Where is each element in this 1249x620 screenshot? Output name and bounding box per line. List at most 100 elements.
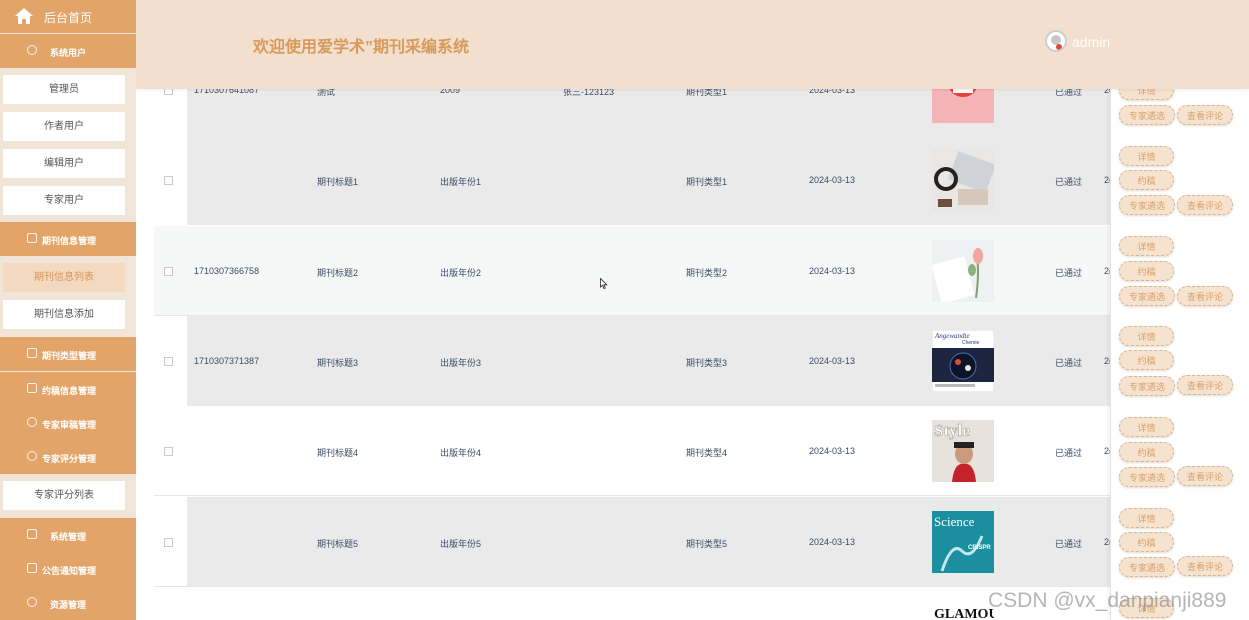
edit-icon bbox=[27, 233, 37, 243]
cell-status: 已通过 bbox=[1055, 448, 1083, 458]
expert-select-button[interactable]: 专家遴选 bbox=[1119, 557, 1175, 577]
cell-year: 出版年份3 bbox=[440, 358, 482, 368]
sidebar-item-score-list[interactable]: 专家评分列表 bbox=[3, 481, 125, 510]
chat-icon bbox=[27, 45, 37, 55]
row-checkbox[interactable] bbox=[164, 267, 173, 276]
invite-button[interactable]: 约稿 bbox=[1119, 261, 1174, 281]
table-row[interactable]: 1710307371387 期刊标题3 出版年份3 期刊类型3 2024-03-… bbox=[154, 316, 1234, 406]
content-area: 1710307641087 测试 2009 张三-123123 期刊类型1 20… bbox=[136, 0, 1249, 620]
table-row[interactable]: 期刊标题4 出版年份4 期刊类型4 2024-03-13 Style 已通过 2… bbox=[154, 406, 1234, 496]
cell-title: 期刊标题4 bbox=[317, 448, 359, 458]
cell-date: 2024-03-13 bbox=[809, 537, 856, 547]
view-comments-button[interactable]: 查看评论 bbox=[1177, 375, 1233, 395]
cover-subtitle-chemie: Chemie bbox=[962, 340, 979, 346]
cell-year: 出版年份4 bbox=[440, 448, 482, 458]
cell-status: 已通过 bbox=[1055, 358, 1083, 368]
sidebar-item-editor[interactable]: 编辑用户 bbox=[3, 149, 125, 178]
invite-button[interactable]: 约稿 bbox=[1119, 442, 1174, 462]
view-comments-button[interactable]: 查看评论 bbox=[1177, 195, 1233, 215]
view-comments-button[interactable]: 查看评论 bbox=[1177, 556, 1233, 576]
invite-button[interactable]: 约稿 bbox=[1119, 170, 1174, 190]
sidebar-group-journal-info[interactable]: 期刊信息管理 bbox=[0, 222, 136, 256]
table-row[interactable]: 期刊标题5 出版年份5 期刊类型5 2024-03-13 Science CRI… bbox=[154, 497, 1234, 587]
view-comments-button[interactable]: 查看评论 bbox=[1177, 105, 1233, 125]
view-comments-button[interactable]: 查看评论 bbox=[1177, 466, 1233, 486]
watermark: CSDN @vx_danpianji889 bbox=[988, 589, 1227, 612]
cover-image: Style bbox=[932, 420, 994, 482]
invite-button[interactable]: 约稿 bbox=[1119, 532, 1174, 552]
sidebar-group-expert-review[interactable]: 专家审稿管理 bbox=[0, 406, 136, 440]
sidebar-group-system-users[interactable]: 系统用户 bbox=[0, 34, 136, 68]
sidebar-group-notice[interactable]: 公告通知管理 bbox=[0, 552, 136, 586]
row-checkbox[interactable] bbox=[164, 176, 173, 185]
detail-button[interactable]: 详情 bbox=[1119, 417, 1174, 437]
cover-subtitle-crispr: CRISPR bbox=[968, 545, 991, 551]
cover-image: GLAMOUR bbox=[932, 602, 994, 620]
sidebar-group-expert-score[interactable]: 专家评分管理 bbox=[0, 440, 136, 474]
row-checkbox[interactable] bbox=[164, 357, 173, 366]
cell-title: 期刊标题5 bbox=[317, 539, 359, 549]
cell-year: 出版年份1 bbox=[440, 177, 482, 187]
cell-date: 2024-03-13 bbox=[809, 446, 856, 456]
invite-button[interactable]: 约稿 bbox=[1119, 350, 1174, 370]
cover-title-angewandte: Angewandte bbox=[934, 332, 970, 340]
cover-title-glamour: GLAMOUR bbox=[934, 607, 994, 620]
cell-title: 期刊标题1 bbox=[317, 177, 359, 187]
cell-type: 期刊类型4 bbox=[686, 448, 728, 458]
table-row[interactable]: 1710307366758 期刊标题2 出版年份2 期刊类型2 2024-03-… bbox=[154, 226, 1234, 316]
chat-icon bbox=[27, 417, 37, 427]
sidebar-home[interactable]: 后台首页 bbox=[0, 0, 136, 33]
cell-type: 期刊类型1 bbox=[686, 177, 728, 187]
page-title: 欢迎使用爱学术”期刊采编系统 bbox=[253, 39, 470, 56]
edit-icon bbox=[27, 348, 37, 358]
edit-icon bbox=[27, 563, 37, 573]
cell-status: 已通过 bbox=[1055, 539, 1083, 549]
sidebar-home-label: 后台首页 bbox=[44, 11, 93, 25]
view-comments-button[interactable]: 查看评论 bbox=[1177, 286, 1233, 306]
expert-select-button[interactable]: 专家遴选 bbox=[1119, 105, 1175, 125]
cell-type: 期刊类型5 bbox=[686, 539, 728, 549]
mouse-cursor-icon bbox=[600, 278, 608, 289]
edit-icon bbox=[27, 383, 37, 393]
detail-button[interactable]: 详情 bbox=[1119, 508, 1174, 528]
row-checkbox[interactable] bbox=[164, 538, 173, 547]
username[interactable]: admin bbox=[1072, 34, 1110, 50]
cell-title: 期刊标题2 bbox=[317, 268, 359, 278]
sidebar-group-system[interactable]: 系统管理 bbox=[0, 518, 136, 552]
cover-title-science: Science bbox=[934, 514, 975, 529]
sidebar-group-resource[interactable]: 资源管理 bbox=[0, 586, 136, 620]
expert-select-button[interactable]: 专家遴选 bbox=[1119, 376, 1175, 396]
detail-button[interactable]: 详情 bbox=[1119, 326, 1174, 346]
cell-date: 2024-03-13 bbox=[809, 266, 856, 276]
top-header: 欢迎使用爱学术”期刊采编系统 admin bbox=[136, 0, 1249, 89]
sidebar-item-admin[interactable]: 管理员 bbox=[3, 75, 125, 104]
table-row[interactable]: 期刊标题1 出版年份1 期刊类型1 2024-03-13 已通过 2( bbox=[154, 135, 1234, 225]
row-checkbox[interactable] bbox=[164, 447, 173, 456]
sidebar-item-expert[interactable]: 专家用户 bbox=[3, 186, 125, 215]
home-icon bbox=[14, 7, 34, 25]
sidebar-item-journal-add[interactable]: 期刊信息添加 bbox=[3, 300, 125, 329]
expert-select-button[interactable]: 专家遴选 bbox=[1119, 286, 1175, 306]
cell-status: 已通过 bbox=[1055, 268, 1083, 278]
cell-id: 1710307371387 bbox=[194, 356, 260, 366]
sidebar-item-journal-list[interactable]: 期刊信息列表 bbox=[3, 263, 125, 292]
cell-type: 期刊类型3 bbox=[686, 358, 728, 368]
cell-date: 2024-03-13 bbox=[809, 175, 856, 185]
expert-select-button[interactable]: 专家遴选 bbox=[1119, 467, 1175, 487]
cell-year: 出版年份5 bbox=[440, 539, 482, 549]
cell-status: 已通过 bbox=[1055, 177, 1083, 187]
cover-title-style: Style bbox=[934, 421, 970, 440]
cell-date: 2024-03-13 bbox=[809, 356, 856, 366]
cell-type: 期刊类型2 bbox=[686, 268, 728, 278]
sidebar: 后台首页 系统用户 管理员 作者用户 编辑用户 专家用户 期刊信息管理 期刊信息… bbox=[0, 0, 136, 620]
cover-image: Angewandte Chemie bbox=[932, 330, 994, 392]
sidebar-group-journal-type[interactable]: 期刊类型管理 bbox=[0, 337, 136, 371]
sidebar-group-invitation[interactable]: 约稿信息管理 bbox=[0, 372, 136, 406]
detail-button[interactable]: 详情 bbox=[1119, 146, 1174, 166]
cover-image bbox=[932, 149, 994, 211]
detail-button[interactable]: 详情 bbox=[1119, 236, 1174, 256]
cell-id: 1710307366758 bbox=[194, 266, 260, 276]
avatar[interactable] bbox=[1045, 30, 1067, 52]
sidebar-item-author[interactable]: 作者用户 bbox=[3, 112, 125, 141]
expert-select-button[interactable]: 专家遴选 bbox=[1119, 195, 1175, 215]
